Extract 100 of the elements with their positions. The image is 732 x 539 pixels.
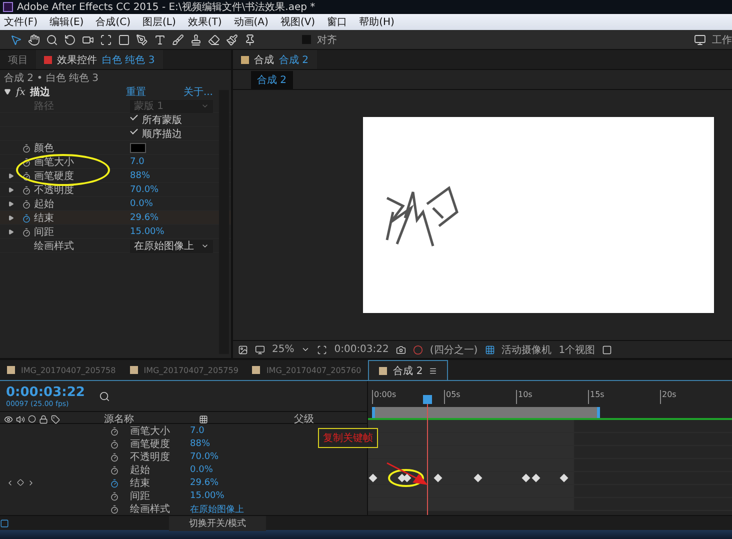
color-swatch[interactable] — [130, 143, 146, 153]
expand-arrow-icon[interactable] — [8, 172, 14, 178]
snapshot-icon[interactable] — [238, 344, 248, 354]
stopwatch-icon[interactable] — [110, 440, 119, 448]
expand-arrow-icon[interactable] — [8, 228, 14, 234]
property-value[interactable]: 0.0% — [130, 199, 153, 209]
search-icon[interactable] — [98, 390, 110, 402]
property-checkbox[interactable]: 顺序描边 — [130, 127, 213, 141]
menu-item[interactable]: 合成(C) — [96, 15, 130, 29]
stopwatch-icon[interactable] — [110, 492, 119, 500]
property-value[interactable]: 7.0 — [130, 157, 144, 167]
expand-arrow-icon[interactable] — [4, 88, 11, 94]
rotate-tool-icon[interactable] — [64, 34, 76, 46]
roto-brush-tool-icon[interactable] — [226, 34, 238, 46]
menu-item[interactable]: 文件(F) — [4, 15, 38, 29]
current-time[interactable]: 0:00:03:22 — [6, 384, 85, 400]
keyframe-marker[interactable] — [434, 474, 442, 482]
menu-icon[interactable] — [428, 366, 437, 374]
stopwatch-icon[interactable] — [110, 466, 119, 474]
camera-tool-icon[interactable] — [82, 34, 94, 46]
resolution-dropdown[interactable]: (四分之一) — [430, 342, 478, 356]
keyframe-marker[interactable] — [368, 474, 378, 482]
camera-dropdown[interactable]: 活动摄像机 — [502, 342, 552, 356]
hand-tool-icon[interactable] — [28, 34, 40, 46]
brush-tool-icon[interactable] — [172, 34, 184, 46]
audio-icon[interactable] — [16, 414, 25, 424]
label-icon[interactable] — [51, 414, 60, 424]
pin-tool-icon[interactable] — [244, 34, 256, 46]
layer-property-value[interactable]: 88% — [190, 439, 210, 449]
menu-item[interactable]: 编辑(E) — [50, 15, 84, 29]
previous-keyframe-icon[interactable] — [6, 479, 14, 487]
toggle-switches-modes-button[interactable]: 切换开关/模式 — [169, 516, 266, 530]
layer-property-value[interactable]: 29.6% — [190, 478, 219, 488]
layer-property-value[interactable]: 在原始图像上 — [190, 502, 244, 516]
workspace-label[interactable]: 工作 — [712, 32, 732, 46]
fx-badge[interactable]: fx — [16, 86, 26, 98]
eraser-tool-icon[interactable] — [208, 34, 220, 46]
stopwatch-icon[interactable] — [22, 186, 31, 194]
column-header[interactable]: 父级 — [294, 412, 314, 426]
panel-tab[interactable]: 合成 合成 2 — [233, 50, 317, 69]
zoom-tool-icon[interactable] — [46, 34, 58, 46]
next-keyframe-icon[interactable] — [27, 479, 35, 487]
menu-item[interactable]: 视图(V) — [280, 15, 316, 29]
stopwatch-icon[interactable] — [110, 426, 119, 436]
keyframe-marker[interactable] — [560, 474, 568, 482]
expand-arrow-icon[interactable] — [8, 214, 14, 220]
switches-icon[interactable] — [199, 414, 208, 424]
transparency-grid-icon[interactable] — [484, 344, 495, 354]
zoom-dropdown[interactable]: 25% — [272, 344, 294, 355]
property-value[interactable]: 70.0% — [130, 185, 159, 195]
views-dropdown[interactable]: 1个视图 — [558, 342, 596, 356]
menu-item[interactable]: 效果(T) — [188, 15, 222, 29]
timeline-tab[interactable]: 合成 2 — [368, 360, 448, 380]
property-value[interactable]: 88% — [130, 171, 150, 181]
menu-item[interactable]: 图层(L) — [142, 15, 176, 29]
panel-tab[interactable]: 效果控件 白色 纯色 3 — [36, 50, 163, 69]
add-keyframe-icon[interactable] — [17, 479, 24, 486]
stopwatch-icon[interactable] — [110, 452, 119, 462]
composition-breadcrumb[interactable]: 合成 2 — [251, 70, 293, 88]
region-icon[interactable] — [317, 344, 328, 354]
property-checkbox[interactable]: 所有蒙版 — [130, 113, 213, 127]
workspace-icon[interactable] — [694, 34, 706, 46]
stopwatch-icon[interactable] — [22, 172, 31, 180]
playhead-handle[interactable] — [423, 395, 432, 404]
about-link[interactable]: 关于... — [183, 85, 213, 99]
stamp-tool-icon[interactable] — [190, 34, 202, 46]
property-value[interactable]: 15.00% — [130, 227, 164, 237]
layer-property-value[interactable]: 0.0% — [190, 465, 213, 475]
stopwatch-icon[interactable] — [110, 504, 119, 514]
expand-arrow-icon[interactable] — [8, 200, 14, 206]
menu-item[interactable]: 动画(A) — [234, 15, 268, 29]
keyframe-marker[interactable] — [532, 474, 540, 482]
stopwatch-icon[interactable] — [22, 228, 31, 236]
pen-tool-icon[interactable] — [136, 34, 148, 46]
display-icon[interactable] — [255, 344, 265, 354]
stopwatch-icon[interactable] — [22, 200, 31, 208]
text-tool-icon[interactable] — [154, 34, 166, 46]
menu-item[interactable]: 帮助(H) — [359, 15, 394, 29]
selection-tool-icon[interactable] — [10, 34, 22, 46]
property-dropdown[interactable]: 在原始图像上 — [130, 240, 213, 252]
keyframe-marker[interactable] — [474, 474, 482, 482]
camera-icon[interactable] — [396, 344, 406, 354]
reset-link[interactable]: 重置 — [126, 85, 184, 99]
layer-property-value[interactable]: 70.0% — [190, 452, 219, 462]
stopwatch-icon[interactable] — [22, 144, 31, 152]
snap-checkbox[interactable] — [302, 35, 311, 44]
stopwatch-icon[interactable] — [110, 478, 119, 488]
menu-item[interactable]: 窗口 — [327, 15, 348, 29]
column-header[interactable]: 源名称 — [104, 412, 134, 426]
keyframe-marker[interactable] — [522, 474, 530, 482]
caret-icon[interactable] — [301, 345, 310, 354]
visibility-icon[interactable] — [4, 414, 13, 424]
stopwatch-icon[interactable] — [22, 158, 31, 166]
timecode-field[interactable]: 0:00:03:22 — [334, 344, 389, 355]
layer-property-value[interactable]: 7.0 — [190, 426, 204, 436]
expand-arrow-icon[interactable] — [8, 186, 14, 192]
layer-property-value[interactable]: 15.00% — [190, 491, 224, 501]
rectangle-tool-icon[interactable] — [118, 34, 130, 46]
lock-icon[interactable] — [39, 414, 48, 424]
caret-icon[interactable] — [201, 242, 209, 250]
